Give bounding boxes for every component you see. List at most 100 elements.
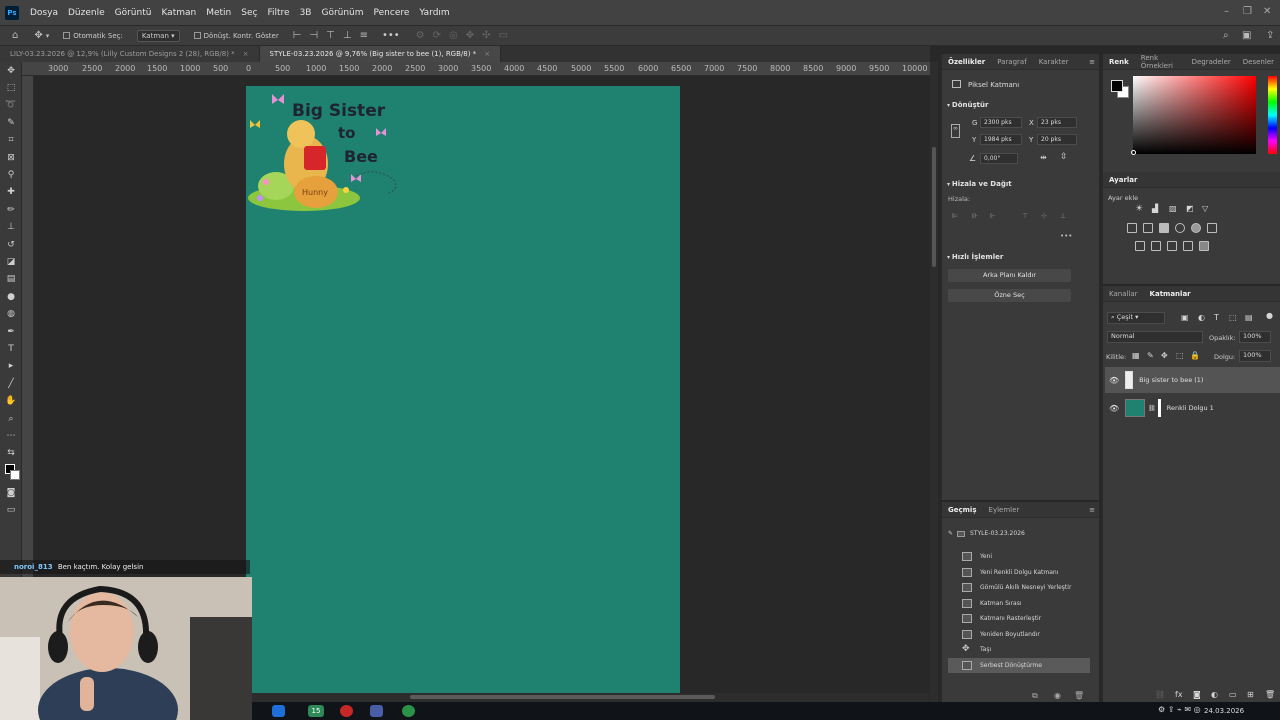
scroll-thumb[interactable] bbox=[410, 695, 715, 699]
align-left-icon[interactable]: ⊢ bbox=[293, 30, 302, 41]
angle-field[interactable]: 0,00° bbox=[980, 153, 1018, 164]
background-color[interactable] bbox=[10, 469, 20, 480]
tab-swatches[interactable]: Renk Örnekleri bbox=[1135, 54, 1186, 70]
frame-tool-icon[interactable]: ⊠ bbox=[0, 149, 22, 166]
delete-layer-icon[interactable]: 🗑 bbox=[1265, 690, 1275, 699]
restore-icon[interactable]: ❐ bbox=[1243, 6, 1252, 17]
messaging-app-icon[interactable]: 15 bbox=[308, 705, 324, 717]
media-app-icon[interactable] bbox=[340, 705, 353, 717]
history-item[interactable]: Katmanı Rasterleştir bbox=[948, 611, 1090, 627]
add-mask-icon[interactable]: ◙ bbox=[1193, 690, 1201, 699]
eyedropper-tool-icon[interactable]: ⚲ bbox=[0, 166, 22, 183]
layer-name[interactable]: Big sister to bee (1) bbox=[1139, 376, 1203, 384]
tab-gradients[interactable]: Degradeler bbox=[1186, 58, 1237, 66]
history-item[interactable]: Yeni Renkli Dolgu Katmanı bbox=[948, 565, 1090, 581]
tab-style-document[interactable]: STYLE-03.23.2026 @ 9,76% (Big sister to … bbox=[259, 46, 502, 62]
hue-saturation-icon[interactable] bbox=[1127, 223, 1137, 233]
document-canvas[interactable]: Hunny Big Sister to Bee bbox=[246, 86, 680, 698]
black-white-icon[interactable] bbox=[1159, 223, 1169, 233]
chevron-down-icon[interactable]: ▾ bbox=[46, 32, 50, 40]
tab-history[interactable]: Geçmiş bbox=[942, 506, 983, 514]
new-group-icon[interactable]: ▭ bbox=[1229, 690, 1237, 699]
system-tray-icons[interactable]: ⚙ ⇪ ⌁ ✉ ◎ bbox=[1158, 705, 1201, 714]
menu-edit[interactable]: Düzenle bbox=[63, 8, 110, 18]
align-v-centers-icon[interactable]: ⊹ bbox=[1041, 212, 1047, 220]
history-item[interactable]: Gömülü Akıllı Nesneyi Yerleştir bbox=[948, 580, 1090, 596]
slide-3d-icon[interactable]: ✣ bbox=[482, 30, 490, 41]
color-picker-field[interactable] bbox=[1133, 76, 1256, 154]
menu-type[interactable]: Metin bbox=[201, 8, 236, 18]
panel-menu-icon[interactable]: ≡ bbox=[1089, 58, 1095, 66]
align-top-edges-icon[interactable]: ⊤ bbox=[1022, 212, 1028, 220]
crop-tool-icon[interactable]: ⌗ bbox=[0, 132, 22, 149]
select-subject-button[interactable]: Özne Seç bbox=[948, 289, 1071, 302]
history-snapshot[interactable]: ✎ STYLE-03.23.2026 bbox=[948, 530, 1025, 537]
home-icon[interactable]: ⌂ bbox=[12, 30, 18, 41]
layer-name[interactable]: Renkli Dolgu 1 bbox=[1167, 404, 1214, 412]
menu-view[interactable]: Görünüm bbox=[316, 8, 368, 18]
invert-icon[interactable] bbox=[1135, 241, 1145, 251]
new-layer-icon[interactable]: ⊞ bbox=[1247, 690, 1254, 699]
visibility-eye-icon[interactable]: 👁 bbox=[1109, 404, 1119, 413]
marquee-tool-icon[interactable]: ⬚ bbox=[0, 79, 22, 96]
tab-paragraph[interactable]: Paragraf bbox=[991, 58, 1032, 66]
transform-controls-checkbox[interactable]: Dönüşt. Kontr. Göster bbox=[193, 32, 279, 40]
menu-file[interactable]: Dosya bbox=[25, 8, 63, 18]
close-icon[interactable]: × bbox=[243, 50, 249, 58]
picker-cursor[interactable] bbox=[1131, 150, 1136, 155]
chrome-app-icon[interactable] bbox=[402, 705, 415, 717]
more-options-button[interactable]: ••• bbox=[382, 30, 400, 41]
history-brush-source-icon[interactable]: ✎ bbox=[948, 530, 953, 537]
levels-icon[interactable]: ▟ bbox=[1152, 204, 1158, 213]
tab-layers[interactable]: Katmanlar bbox=[1144, 290, 1197, 298]
menu-select[interactable]: Seç bbox=[236, 8, 262, 18]
healing-brush-icon[interactable]: ✚ bbox=[0, 184, 22, 201]
minimize-icon[interactable]: – bbox=[1224, 6, 1229, 17]
chain-link-icon[interactable]: ⛓ bbox=[1148, 405, 1156, 412]
photoshop-app-icon[interactable] bbox=[370, 705, 383, 717]
link-icon[interactable]: ∞ bbox=[951, 124, 960, 138]
brush-tool-icon[interactable]: ✏ bbox=[0, 201, 22, 218]
posterize-icon[interactable] bbox=[1151, 241, 1161, 251]
align-right-edges-icon[interactable]: ⊩ bbox=[990, 212, 996, 220]
edit-toolbar-icon[interactable]: ⋯ bbox=[0, 427, 22, 444]
layer-filter-dropdown[interactable]: ⌕ Çeşit ▾ bbox=[1107, 312, 1165, 324]
tab-character[interactable]: Karakter bbox=[1033, 58, 1075, 66]
curves-icon[interactable]: ▨ bbox=[1169, 204, 1177, 213]
color-swatches[interactable] bbox=[0, 462, 22, 484]
exposure-icon[interactable]: ◩ bbox=[1186, 204, 1194, 213]
roll-icon[interactable]: ◎ bbox=[449, 30, 458, 41]
color-balance-icon[interactable] bbox=[1143, 223, 1153, 233]
foreground-color-swatch-front[interactable] bbox=[1111, 80, 1123, 92]
close-icon[interactable]: × bbox=[484, 50, 490, 58]
filter-type-icon[interactable]: T bbox=[1214, 313, 1219, 322]
menu-image[interactable]: Görüntü bbox=[110, 8, 157, 18]
align-right-icon[interactable]: ⊤ bbox=[326, 30, 335, 41]
opacity-field[interactable]: 100% bbox=[1239, 331, 1271, 343]
history-item[interactable]: ✥ Taşı bbox=[948, 642, 1090, 658]
channel-mixer-icon[interactable] bbox=[1191, 223, 1201, 233]
lasso-tool-icon[interactable]: ➰ bbox=[0, 97, 22, 114]
fill-field[interactable]: 100% bbox=[1239, 350, 1271, 362]
layer-row[interactable]: 👁 ⛓ Renkli Dolgu 1 bbox=[1105, 395, 1280, 421]
more-icon[interactable]: ••• bbox=[1060, 232, 1072, 240]
threshold-icon[interactable] bbox=[1167, 241, 1177, 251]
close-icon[interactable]: ✕ bbox=[1263, 6, 1271, 17]
quick-select-tool-icon[interactable]: ✎ bbox=[0, 114, 22, 131]
filter-shape-icon[interactable]: ⬚ bbox=[1229, 313, 1237, 322]
path-select-icon[interactable]: ▸ bbox=[0, 358, 22, 375]
tab-patterns[interactable]: Desenler bbox=[1237, 58, 1280, 66]
align-left-edges-icon[interactable]: ⊫ bbox=[952, 212, 958, 220]
filter-smart-object-icon[interactable]: ▤ bbox=[1245, 313, 1253, 322]
x-field[interactable]: 23 pks bbox=[1037, 117, 1077, 128]
photo-filter-icon[interactable] bbox=[1175, 223, 1185, 233]
color-lookup-icon[interactable] bbox=[1207, 223, 1217, 233]
trash-icon[interactable]: 🗑 bbox=[1074, 691, 1084, 700]
scroll-thumb[interactable] bbox=[932, 147, 936, 267]
blur-tool-icon[interactable]: ● bbox=[0, 288, 22, 305]
align-top-icon[interactable]: ⊥ bbox=[343, 30, 352, 41]
flip-vertical-icon[interactable]: ⇳ bbox=[1060, 152, 1068, 162]
dodge-tool-icon[interactable]: ◍ bbox=[0, 305, 22, 322]
align-bottom-icon[interactable]: ≡ bbox=[360, 30, 368, 41]
history-brush-icon[interactable]: ↺ bbox=[0, 236, 22, 253]
